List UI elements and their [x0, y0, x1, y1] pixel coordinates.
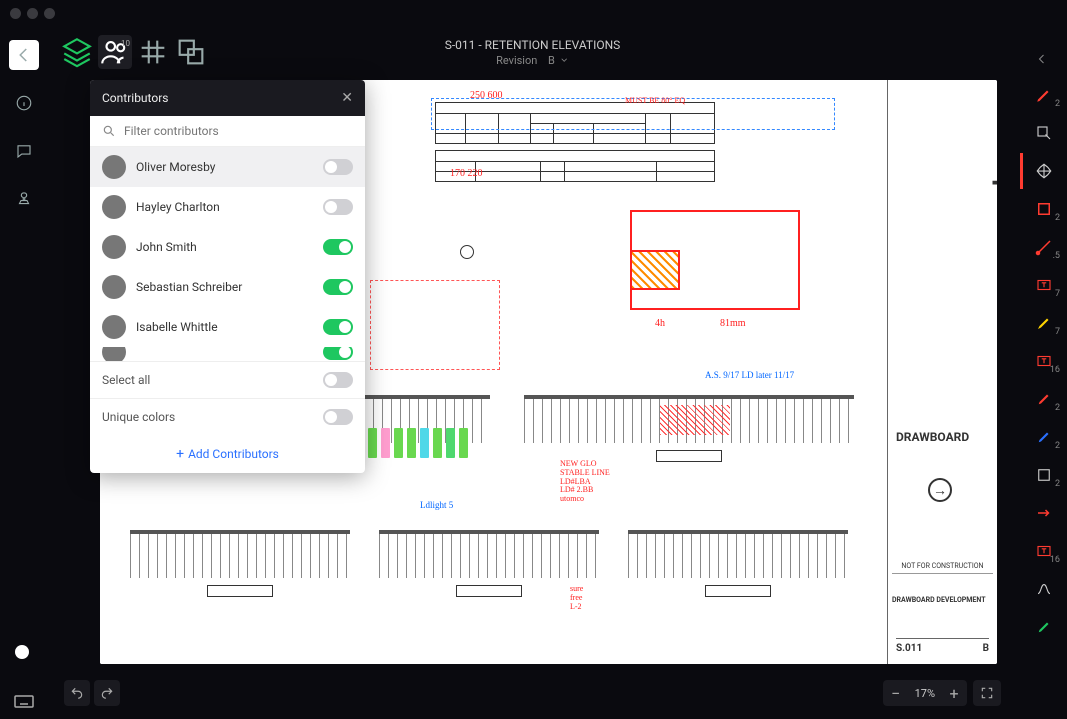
- north-arrow: →: [928, 478, 952, 502]
- zoom-out-button[interactable]: −: [883, 680, 909, 706]
- select-tool[interactable]: [1020, 115, 1064, 151]
- info-icon[interactable]: [9, 88, 39, 118]
- contributors-tool[interactable]: 10: [98, 35, 132, 69]
- contributor-row[interactable]: Hayley Charlton: [90, 187, 365, 227]
- contributor-name: John Smith: [136, 240, 313, 254]
- titleblock: brogue DRAWBOARD → NOT FOR CONSTRUCTION …: [887, 80, 997, 664]
- contributor-name: Sebastian Schreiber: [136, 280, 313, 294]
- annotation-blue: A.S. 9/17 LD later 11/17: [705, 370, 794, 380]
- textbox2-tool[interactable]: 16: [1020, 533, 1064, 569]
- add-contributors-button[interactable]: + Add Contributors: [90, 435, 365, 473]
- avatar: [102, 315, 126, 339]
- contributor-toggle[interactable]: [323, 347, 353, 360]
- document-title-block: S-011 - RETENTION ELEVATIONS Revision B: [445, 38, 621, 67]
- contributor-name: Hayley Charlton: [136, 200, 313, 214]
- search-icon: [102, 124, 116, 138]
- pen-green-tool[interactable]: [1020, 609, 1064, 645]
- zoom-control: − 17% +: [883, 680, 967, 706]
- line-tool[interactable]: .5: [1020, 229, 1064, 265]
- filter-row: [90, 116, 365, 147]
- bottom-bar: − 17% +: [48, 675, 1017, 711]
- brand-logo: brogue: [989, 110, 997, 186]
- top-bar: 10 S-011 - RETENTION ELEVATIONS Revision…: [48, 32, 1017, 72]
- avatar: [102, 195, 126, 219]
- avatar: [102, 275, 126, 299]
- contributor-row[interactable]: Sebastian Schreiber: [90, 267, 365, 307]
- annotation-red: 81mm: [720, 318, 746, 329]
- avatar: [102, 347, 126, 361]
- callout: 1: [460, 245, 474, 259]
- text-tool[interactable]: 7: [1020, 267, 1064, 303]
- avatar: [102, 155, 126, 179]
- contributors-panel: Contributors ✕ Oliver Moresby Hayley Cha…: [90, 80, 365, 473]
- rect-outline-tool[interactable]: 2: [1020, 457, 1064, 493]
- left-rail: [0, 32, 48, 671]
- window-traffic-lights: [10, 8, 55, 19]
- grid-tool[interactable]: [136, 35, 170, 69]
- curve-tool[interactable]: [1020, 571, 1064, 607]
- annotation-red: 4h: [655, 318, 665, 329]
- highlighter-tool[interactable]: 7: [1020, 305, 1064, 341]
- contributor-toggle[interactable]: [323, 319, 353, 335]
- back-button[interactable]: [9, 40, 39, 70]
- contributor-row[interactable]: Isabelle Whittle: [90, 307, 365, 347]
- status-text: NOT FOR CONSTRUCTION: [892, 562, 993, 574]
- annotation-red: NEW GLO STABLE LINE LD#LBA LD# 2.BB utom…: [560, 460, 610, 504]
- select-all-label: Select all: [102, 373, 323, 387]
- select-all-toggle[interactable]: [323, 372, 353, 388]
- zoom-value[interactable]: 17%: [909, 687, 941, 700]
- contributor-toggle[interactable]: [323, 239, 353, 255]
- comment-icon[interactable]: [9, 136, 39, 166]
- pen-blue-tool[interactable]: 2: [1020, 419, 1064, 455]
- fit-button[interactable]: [973, 680, 1001, 706]
- sheet-number: S.011B: [896, 638, 989, 654]
- annotation-red: sure free L-2: [570, 585, 583, 611]
- compare-tool[interactable]: [174, 35, 208, 69]
- presence-indicator[interactable]: [15, 645, 29, 659]
- chevron-down-icon: [559, 55, 569, 65]
- contributors-badge: 10: [121, 39, 130, 48]
- pen-red-tool[interactable]: 2: [1020, 381, 1064, 417]
- contributor-name: Oliver Moresby: [136, 160, 313, 174]
- contributor-toggle[interactable]: [323, 279, 353, 295]
- annotation-red: 170 220: [450, 168, 483, 179]
- contributor-toggle[interactable]: [323, 159, 353, 175]
- pen-tool[interactable]: 2: [1020, 77, 1064, 113]
- move-tool[interactable]: [1020, 153, 1064, 189]
- annotation-blue: Ldlight 5: [420, 500, 453, 510]
- contributor-toggle[interactable]: [323, 199, 353, 215]
- keyboard-icon[interactable]: [12, 689, 36, 709]
- rect-tool[interactable]: 2: [1020, 191, 1064, 227]
- markup-hatch: [630, 250, 680, 290]
- redo-button[interactable]: [94, 680, 120, 706]
- unique-colors-toggle[interactable]: [323, 409, 353, 425]
- avatar: [102, 235, 126, 259]
- drawboard-logo: DRAWBOARD: [896, 430, 969, 444]
- layers-tool[interactable]: [60, 35, 94, 69]
- collapse-icon[interactable]: [1030, 44, 1054, 75]
- contributor-row[interactable]: Oliver Moresby: [90, 147, 365, 187]
- contributor-row[interactable]: John Smith: [90, 227, 365, 267]
- contributor-name: Isabelle Whittle: [136, 320, 313, 334]
- stamp-icon[interactable]: [9, 184, 39, 214]
- document-title: S-011 - RETENTION ELEVATIONS: [445, 38, 621, 52]
- panel-title: Contributors: [102, 91, 168, 105]
- filter-input[interactable]: [124, 124, 353, 138]
- project-name: DRAWBOARD DEVELOPMENT: [892, 596, 986, 604]
- annotation-red: 250 600: [470, 90, 503, 101]
- right-rail: 2 2 .5 7 7 16 2 2 2 16: [1017, 32, 1067, 719]
- arrow-tool[interactable]: [1020, 495, 1064, 531]
- undo-button[interactable]: [64, 680, 90, 706]
- close-icon[interactable]: ✕: [341, 90, 353, 106]
- annotation-red: MUST BE 80° EQ: [625, 96, 685, 105]
- revision-dropdown[interactable]: Revision B: [445, 54, 621, 67]
- unique-colors-label: Unique colors: [102, 410, 323, 424]
- textbox-tool[interactable]: 16: [1020, 343, 1064, 379]
- zoom-in-button[interactable]: +: [941, 680, 967, 706]
